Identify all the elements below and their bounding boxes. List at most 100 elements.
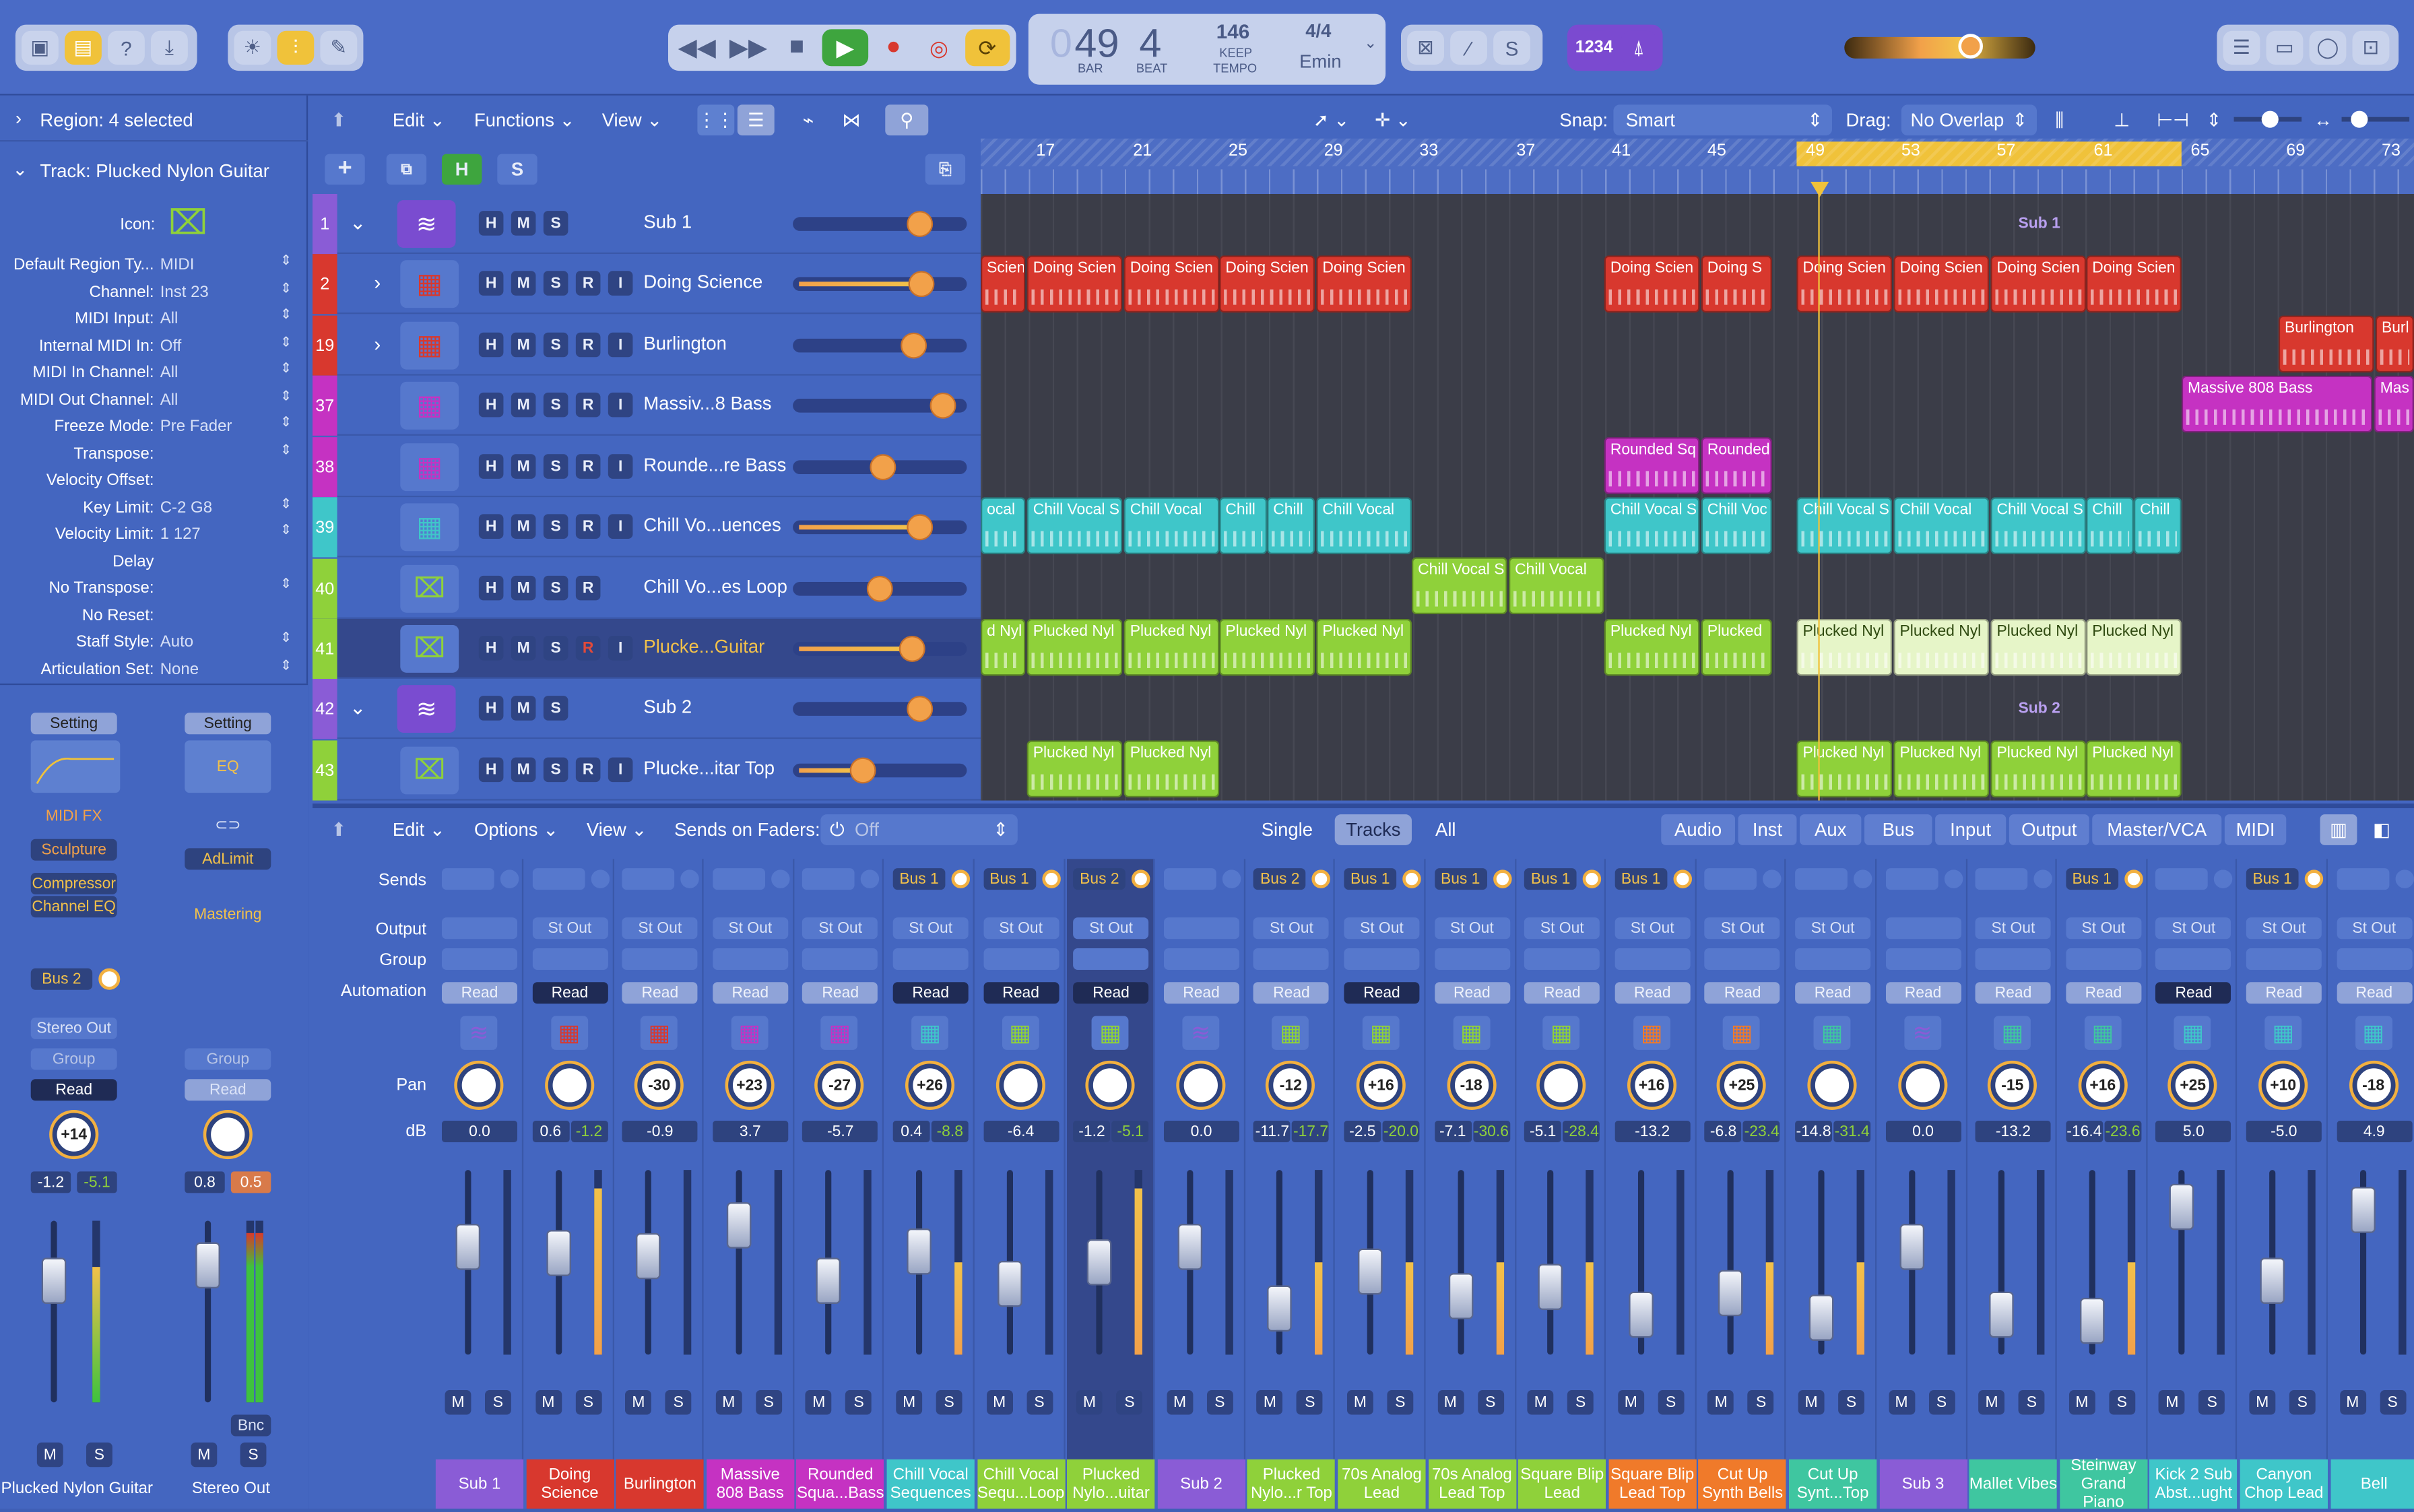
group-slot[interactable] xyxy=(1073,948,1149,970)
functions-menu[interactable]: Functions ⌄ xyxy=(474,104,575,135)
volume-fader[interactable] xyxy=(997,1170,1022,1355)
send-knob[interactable] xyxy=(1493,869,1511,888)
region[interactable]: Doing Scien xyxy=(1316,255,1412,313)
group-slot[interactable] xyxy=(983,948,1059,970)
track-icon[interactable]: ⌧ xyxy=(400,746,459,795)
region[interactable]: Chill Voc xyxy=(1701,497,1772,554)
track-i-button[interactable]: I xyxy=(608,392,633,418)
track-s-button[interactable]: S xyxy=(543,392,568,418)
inspector-param-row[interactable]: Delay xyxy=(0,549,308,575)
timeline-ruler[interactable]: 17 21 25 29 33 37 41 45 49 53 57 61 65 69 73 xyxy=(980,138,2414,194)
mute-button[interactable]: M xyxy=(36,1442,63,1468)
output-slot[interactable]: St Out xyxy=(2246,917,2322,940)
output-slot[interactable]: St Out xyxy=(1524,917,1600,940)
region[interactable]: Rounded xyxy=(1701,437,1772,494)
send-slot[interactable]: Bus 1 xyxy=(1434,868,1487,890)
track-m-button[interactable]: M xyxy=(511,635,536,661)
track-s-button[interactable]: S xyxy=(543,635,568,661)
mute-button[interactable]: M xyxy=(1527,1389,1554,1415)
horizontal-zoom-slider[interactable] xyxy=(2341,110,2410,128)
track-i-button[interactable]: I xyxy=(608,514,633,539)
automation-mode[interactable]: Read xyxy=(1885,982,1961,1004)
automation-mode[interactable]: Read xyxy=(2155,982,2231,1004)
group-slot[interactable] xyxy=(441,948,517,970)
instrument-icon[interactable]: ▦ xyxy=(821,1016,859,1050)
group-slot[interactable] xyxy=(1614,948,1691,970)
region[interactable]: Chill Vocal xyxy=(1123,497,1220,554)
edit-menu[interactable]: Edit ⌄ xyxy=(393,104,445,135)
filter-audio-button[interactable]: Audio xyxy=(1661,814,1735,845)
solo-button[interactable]: S xyxy=(2018,1389,2045,1415)
audio-fx-slot-adlimit[interactable]: AdLimit xyxy=(185,848,271,870)
track-volume-knob[interactable] xyxy=(929,392,956,419)
track-inspector-header[interactable]: ⌄ Track: Plucked Nylon Guitar xyxy=(0,151,308,191)
chevron-right-icon[interactable]: › xyxy=(374,333,381,356)
filter-midi-button[interactable]: MIDI xyxy=(2224,814,2287,845)
instrument-icon[interactable]: ▦ xyxy=(641,1016,678,1050)
track-name[interactable]: Burlington xyxy=(643,333,727,354)
fader-cap[interactable] xyxy=(1718,1270,1744,1317)
track-r-button[interactable]: R xyxy=(575,635,601,661)
track-icon[interactable]: ▦ xyxy=(400,260,459,308)
filter-inst-button[interactable]: Inst xyxy=(1738,814,1797,845)
send-knob[interactable] xyxy=(2304,869,2324,888)
chevron-right-icon[interactable]: › xyxy=(374,271,381,294)
volume-fader[interactable] xyxy=(1899,1170,1924,1355)
stop-icon[interactable]: ■ xyxy=(777,29,816,66)
audio-fx-slot-2[interactable]: Channel EQ xyxy=(30,896,117,918)
fader-cap[interactable] xyxy=(636,1232,661,1280)
filter-bus-button[interactable]: Bus xyxy=(1864,814,1932,845)
output-slot[interactable]: St Out xyxy=(1614,917,1691,940)
volume-fader[interactable] xyxy=(1718,1170,1744,1355)
track-r-button[interactable]: R xyxy=(575,271,601,296)
mixer-icon[interactable]: ⫶ xyxy=(277,30,315,65)
volume-fader[interactable] xyxy=(1628,1170,1654,1355)
volume-fader[interactable] xyxy=(636,1170,661,1355)
automation-mode[interactable]: Read xyxy=(1795,982,1871,1004)
output-slot[interactable]: St Out xyxy=(1975,917,2051,940)
inspector-param-row[interactable]: Channel: Inst 23 ⇕ xyxy=(0,280,308,306)
track-i-button[interactable]: I xyxy=(608,332,633,358)
fader-cap[interactable] xyxy=(1357,1248,1383,1295)
region[interactable]: d Nyl xyxy=(980,618,1026,676)
mute-button[interactable]: M xyxy=(2339,1389,2366,1415)
solo-button[interactable]: S xyxy=(1206,1389,1233,1415)
output-slot[interactable] xyxy=(1163,917,1239,940)
track-volume-slider[interactable] xyxy=(793,271,967,298)
solo-button[interactable]: S xyxy=(1838,1389,1864,1415)
pointer-tool-icon[interactable]: ➚ ⌄ xyxy=(1313,104,1363,135)
send-slot[interactable]: Bus 2 xyxy=(1073,868,1126,890)
automation-mode[interactable]: Read xyxy=(531,982,608,1004)
track-m-button[interactable]: M xyxy=(511,211,536,236)
instrument-icon[interactable]: ▦ xyxy=(2084,1016,2122,1050)
automation-mode[interactable]: Read xyxy=(1614,982,1691,1004)
region[interactable]: Doing Scien xyxy=(1604,255,1700,313)
send-slot[interactable]: Bus 1 xyxy=(1614,868,1667,890)
volume-fader[interactable] xyxy=(1447,1170,1473,1355)
group-slot[interactable] xyxy=(531,948,608,970)
region[interactable]: Plucked Nyl xyxy=(1604,618,1700,676)
fast-forward-icon[interactable]: ▶▶ xyxy=(725,29,771,66)
region[interactable]: Plucked Nyl xyxy=(1796,740,1893,797)
volume-fader[interactable] xyxy=(726,1170,751,1355)
bounce-button[interactable]: Bnc xyxy=(230,1414,271,1437)
pan-knob[interactable]: +25 xyxy=(2171,1063,2215,1107)
region[interactable]: Chill Vocal S xyxy=(1604,497,1700,554)
send-slot[interactable]: Bus 1 xyxy=(1344,868,1397,890)
automation-mode[interactable]: Read xyxy=(712,982,788,1004)
send-slot[interactable]: Bus 1 xyxy=(2246,868,2299,890)
instrument-icon[interactable]: ▦ xyxy=(1091,1016,1129,1050)
track-h-button[interactable]: H xyxy=(478,635,504,661)
output-slot[interactable]: St Out xyxy=(892,917,969,940)
link-icon[interactable]: ⊂⊃ xyxy=(185,814,271,836)
pan-knob[interactable]: -18 xyxy=(1449,1063,1493,1107)
narrow-strips-icon[interactable]: ▥ xyxy=(2320,814,2357,845)
track-icon[interactable]: ▦ xyxy=(400,443,459,492)
region[interactable]: Plucked Nyl xyxy=(1316,618,1412,676)
instrument-icon[interactable]: ▦ xyxy=(1542,1016,1580,1050)
mixer-view-menu[interactable]: View ⌄ xyxy=(587,814,647,845)
region[interactable]: Plucked Nyl xyxy=(1123,618,1220,676)
region[interactable]: Plucked Nyl xyxy=(1123,740,1220,797)
track-h-button[interactable]: H xyxy=(478,211,504,236)
group-slot[interactable]: Group xyxy=(30,1048,117,1070)
